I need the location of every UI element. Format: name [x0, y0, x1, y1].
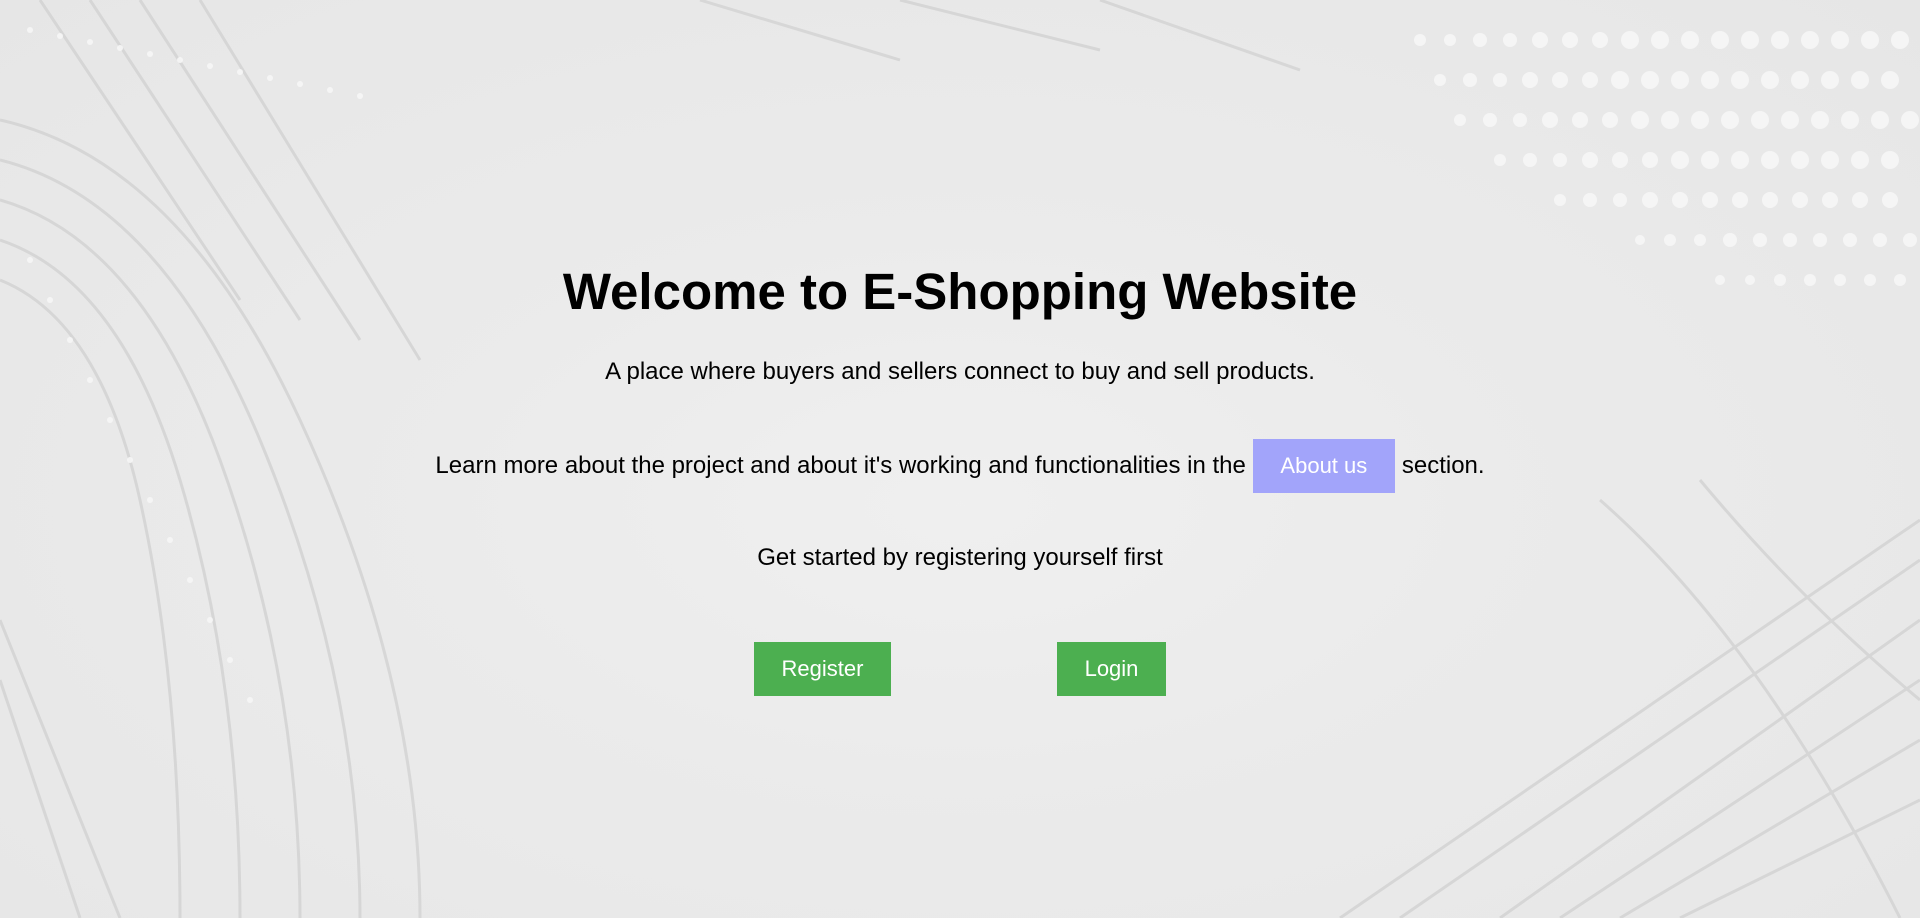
tagline: A place where buyers and sellers connect… [605, 358, 1315, 385]
register-button[interactable]: Register [754, 642, 891, 696]
learn-more-row: Learn more about the project and about i… [0, 439, 1920, 493]
about-us-button[interactable]: About us [1252, 439, 1395, 493]
page-title: Welcome to E-Shopping Website [562, 263, 1358, 320]
login-button[interactable]: Login [1057, 642, 1166, 696]
get-started-text: Get started by registering yourself firs… [757, 544, 1163, 571]
learn-more-suffix: section. [1401, 452, 1485, 479]
landing-content: Welcome to E-Shopping Website A place wh… [0, 0, 1920, 918]
learn-more-text: Learn more about the project and about i… [435, 452, 1246, 479]
